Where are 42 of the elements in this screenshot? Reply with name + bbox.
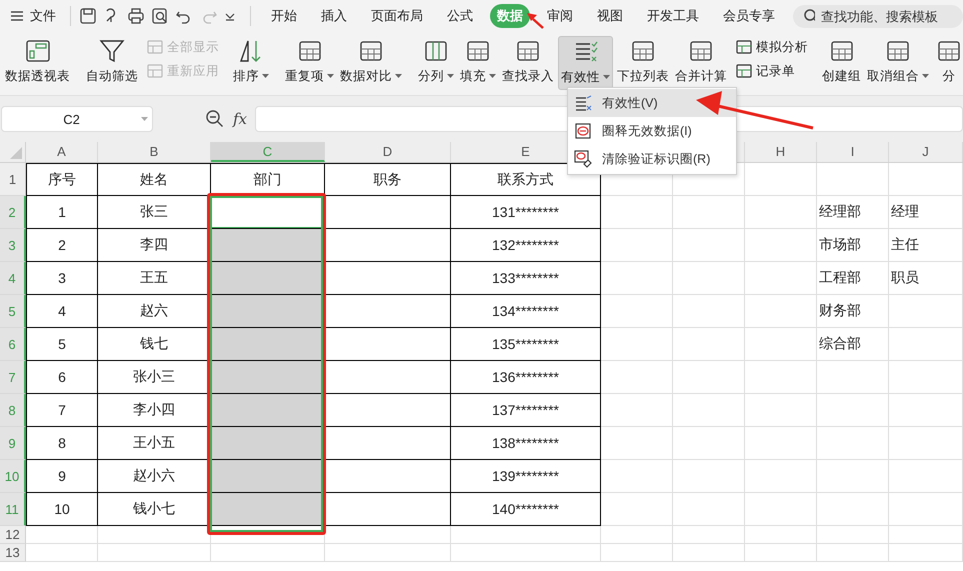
table-cell: 139******** [451, 460, 601, 493]
table-cell: 钱七 [98, 328, 211, 361]
table-cell: 钱小七 [98, 493, 211, 526]
table-cell: 133******** [451, 262, 601, 295]
table-cell: 131******** [451, 196, 601, 229]
table-cell: 职员 [889, 262, 963, 295]
table-cell: 工程部 [817, 262, 889, 295]
table-cell: 1 [26, 196, 98, 229]
table-cell: 经理部 [817, 196, 889, 229]
table-cell: 4 [26, 295, 98, 328]
table-cell: 经理 [889, 196, 963, 229]
table-cell: 138******** [451, 427, 601, 460]
table-cell: 137******** [451, 394, 601, 427]
table-cell: 姓名 [98, 163, 211, 196]
table-cell: 张三 [98, 196, 211, 229]
table-cell: 136******** [451, 361, 601, 394]
table-cell: 135******** [451, 328, 601, 361]
table-cell: 132******** [451, 229, 601, 262]
table-cell: 8 [26, 427, 98, 460]
table-cell: 7 [26, 394, 98, 427]
table-cell: 3 [26, 262, 98, 295]
table-cell: 主任 [889, 229, 963, 262]
table-cell: 财务部 [817, 295, 889, 328]
table-cell: 李四 [98, 229, 211, 262]
table-cell: 王五 [98, 262, 211, 295]
table-cell: 李小四 [98, 394, 211, 427]
table-cell: 赵六 [98, 295, 211, 328]
table-cell: 10 [26, 493, 98, 526]
table-cell: 部门 [211, 163, 325, 196]
table-cell: 张小三 [98, 361, 211, 394]
table-cell: 140******** [451, 493, 601, 526]
table-cell: 9 [26, 460, 98, 493]
table-cell: 5 [26, 328, 98, 361]
table-cell: 职务 [325, 163, 451, 196]
table-cell: 赵小六 [98, 460, 211, 493]
table-cell: 134******** [451, 295, 601, 328]
table-cell: 市场部 [817, 229, 889, 262]
table-cell: 6 [26, 361, 98, 394]
table-cell: 2 [26, 229, 98, 262]
table-cell: 王小五 [98, 427, 211, 460]
table-cell: 序号 [26, 163, 98, 196]
table-cell: 综合部 [817, 328, 889, 361]
